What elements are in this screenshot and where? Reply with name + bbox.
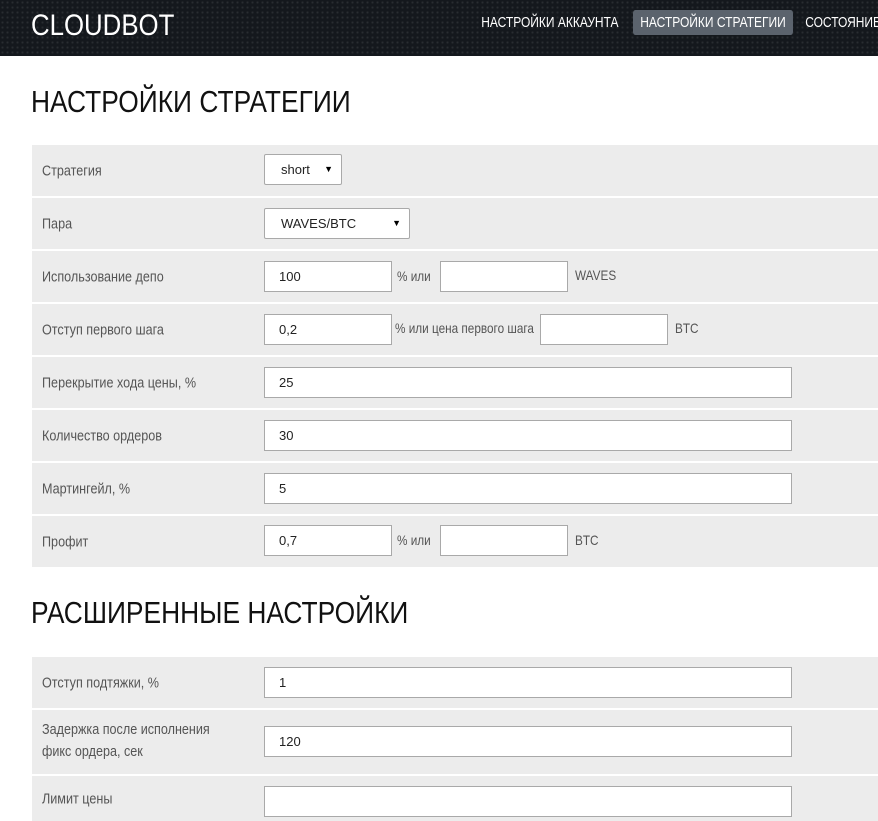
- pair-label: Пара: [42, 215, 73, 232]
- first-step-unit: BTC: [675, 320, 699, 336]
- strategy-label: Стратегия: [42, 162, 102, 179]
- row-price-overlap: Перекрытие хода цены, % 25: [32, 357, 878, 408]
- first-step-percent-input[interactable]: 0,2: [264, 314, 392, 345]
- profit-amount-input[interactable]: [440, 525, 568, 556]
- martingale-input[interactable]: 5: [264, 473, 792, 504]
- price-limit-input[interactable]: [264, 786, 792, 817]
- trailing-label: Отступ подтяжки, %: [42, 674, 159, 691]
- chevron-down-icon: ▼: [392, 218, 401, 228]
- deposit-percent-input[interactable]: 100: [264, 261, 392, 292]
- delay-input[interactable]: 120: [264, 726, 792, 757]
- page-title: НАСТРОЙКИ СТРАТЕГИИ: [31, 84, 351, 119]
- deposit-unit: WAVES: [575, 267, 617, 283]
- row-profit: Профит 0,7 % или BTC: [32, 516, 878, 567]
- pair-select[interactable]: WAVES/BTC ▼: [264, 208, 410, 239]
- row-orders-count: Количество ордеров 30: [32, 410, 878, 461]
- deposit-amount-input[interactable]: [440, 261, 568, 292]
- price-overlap-input[interactable]: 25: [264, 367, 792, 398]
- trailing-input[interactable]: 1: [264, 667, 792, 698]
- strategy-select-value: short: [281, 162, 310, 177]
- row-pair: Пара WAVES/BTC ▼: [32, 198, 878, 249]
- top-navbar: CLOUDBOT НАСТРОЙКИ АККАУНТА НАСТРОЙКИ СТ…: [0, 0, 878, 56]
- row-martingale: Мартингейл, % 5: [32, 463, 878, 514]
- nav-strategy-settings[interactable]: НАСТРОЙКИ СТРАТЕГИИ: [633, 10, 793, 35]
- deposit-label: Использование депо: [42, 268, 164, 285]
- advanced-section-title: РАСШИРЕННЫЕ НАСТРОЙКИ: [31, 595, 409, 630]
- chevron-down-icon: ▼: [324, 164, 333, 174]
- delay-label: Задержка после исполнения фикс ордера, с…: [42, 721, 210, 760]
- orders-count-input[interactable]: 30: [264, 420, 792, 451]
- row-trailing: Отступ подтяжки, % 1: [32, 657, 878, 708]
- profit-joiner: % или: [397, 532, 431, 548]
- row-strategy: Стратегия short ▼: [32, 145, 878, 196]
- price-limit-label: Лимит цены: [42, 790, 113, 807]
- first-step-price-input[interactable]: [540, 314, 668, 345]
- profit-unit: BTC: [575, 532, 599, 548]
- deposit-joiner: % или: [397, 268, 431, 284]
- strategy-select[interactable]: short ▼: [264, 154, 342, 185]
- row-deposit: Использование депо 100 % или WAVES: [32, 251, 878, 302]
- nav-account-settings[interactable]: НАСТРОЙКИ АККАУНТА: [474, 10, 626, 35]
- brand-logo[interactable]: CLOUDBOT: [31, 10, 174, 42]
- row-price-limit: Лимит цены: [32, 776, 878, 821]
- first-step-joiner: % или цена первого шага: [395, 320, 534, 336]
- orders-count-label: Количество ордеров: [42, 427, 162, 444]
- nav-status[interactable]: СОСТОЯНИЕ: [798, 10, 878, 35]
- price-overlap-label: Перекрытие хода цены, %: [42, 374, 197, 391]
- first-step-label: Отступ первого шага: [42, 321, 164, 338]
- row-first-step: Отступ первого шага 0,2 % или цена перво…: [32, 304, 878, 355]
- row-delay: Задержка после исполнения фикс ордера, с…: [32, 710, 878, 774]
- martingale-label: Мартингейл, %: [42, 480, 131, 497]
- profit-percent-input[interactable]: 0,7: [264, 525, 392, 556]
- profit-label: Профит: [42, 533, 89, 550]
- pair-select-value: WAVES/BTC: [281, 216, 357, 231]
